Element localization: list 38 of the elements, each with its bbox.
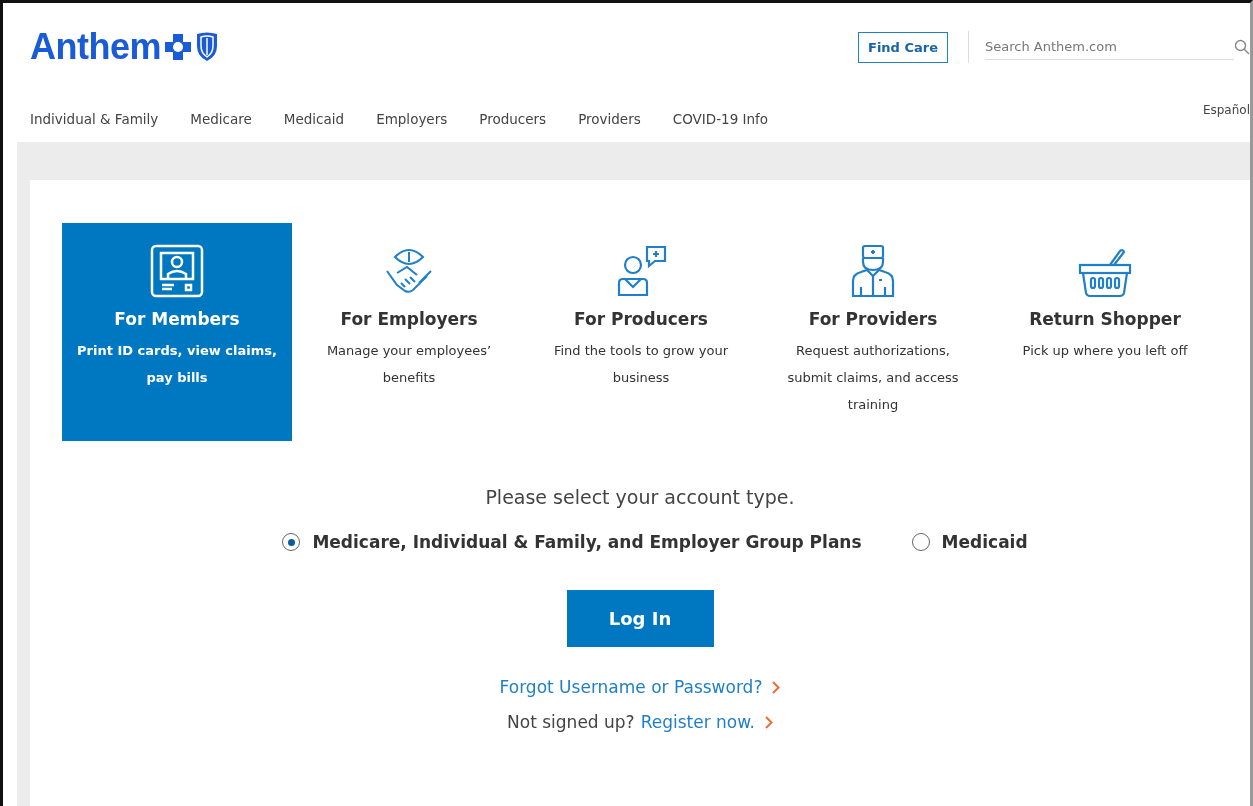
nav-link[interactable]: Employers bbox=[376, 111, 448, 127]
tile-title: For Producers bbox=[574, 309, 708, 329]
search-icon[interactable] bbox=[1234, 39, 1250, 55]
id-card-icon bbox=[149, 243, 205, 299]
audience-tile[interactable]: For Providers Request authorizations, submit claims, and access training bbox=[758, 223, 988, 441]
login-button[interactable]: Log In bbox=[566, 590, 714, 647]
chevron-icon[interactable] bbox=[764, 715, 773, 729]
forgot-credentials-link[interactable]: Forgot Username or Password? bbox=[499, 677, 763, 697]
radio-label: Medicaid bbox=[941, 532, 1028, 552]
language-link[interactable]: Español bbox=[1202, 103, 1250, 117]
nav-link[interactable]: Individual & Family bbox=[30, 111, 159, 127]
nav-link[interactable]: COVID-19 Info bbox=[672, 111, 769, 127]
tile-title: Return Shopper bbox=[1029, 309, 1181, 329]
nav-link[interactable]: Medicaid bbox=[283, 111, 345, 127]
audience-tile[interactable]: For Producers Find the tools to grow your business bbox=[526, 223, 756, 441]
tile-title: For Providers bbox=[808, 309, 938, 329]
chevron-icon[interactable] bbox=[772, 680, 781, 694]
audience-tile[interactable]: For Employers Manage your employees’ benefits bbox=[294, 223, 524, 441]
tile-description: Find the tools to grow your business bbox=[552, 342, 730, 387]
tile-description: Manage your employees’ benefits bbox=[325, 342, 493, 387]
account-type-option[interactable]: Medicaid bbox=[911, 532, 1028, 552]
nav-link[interactable]: Providers bbox=[578, 111, 641, 127]
nav-link[interactable]: Producers bbox=[479, 111, 547, 127]
tile-title: For Members bbox=[114, 309, 240, 329]
register-link[interactable]: Register now. bbox=[640, 712, 755, 732]
nav-link[interactable]: Medicare bbox=[190, 111, 252, 127]
tile-description: Request authorizations, submit claims, and access training bbox=[786, 342, 960, 414]
logo-wordmark[interactable]: Anthem bbox=[30, 26, 161, 68]
tile-description: Pick up where you left off bbox=[1021, 342, 1189, 360]
tile-title: For Employers bbox=[340, 309, 478, 329]
find-care-button[interactable]: Find Care bbox=[858, 31, 948, 63]
signup-prompt: Not signed up? bbox=[507, 712, 635, 732]
cross-logo-icon bbox=[165, 34, 191, 60]
audience-tile[interactable]: Return Shopper Pick up where you left off bbox=[990, 223, 1220, 441]
shield-logo-icon bbox=[195, 32, 219, 62]
audience-tile[interactable]: For Members Print ID cards, view claims, pay bills bbox=[62, 223, 292, 441]
prompt-text: Please select your account type. bbox=[485, 486, 795, 508]
tile-description: Print ID cards, view claims, pay bills bbox=[76, 342, 278, 387]
